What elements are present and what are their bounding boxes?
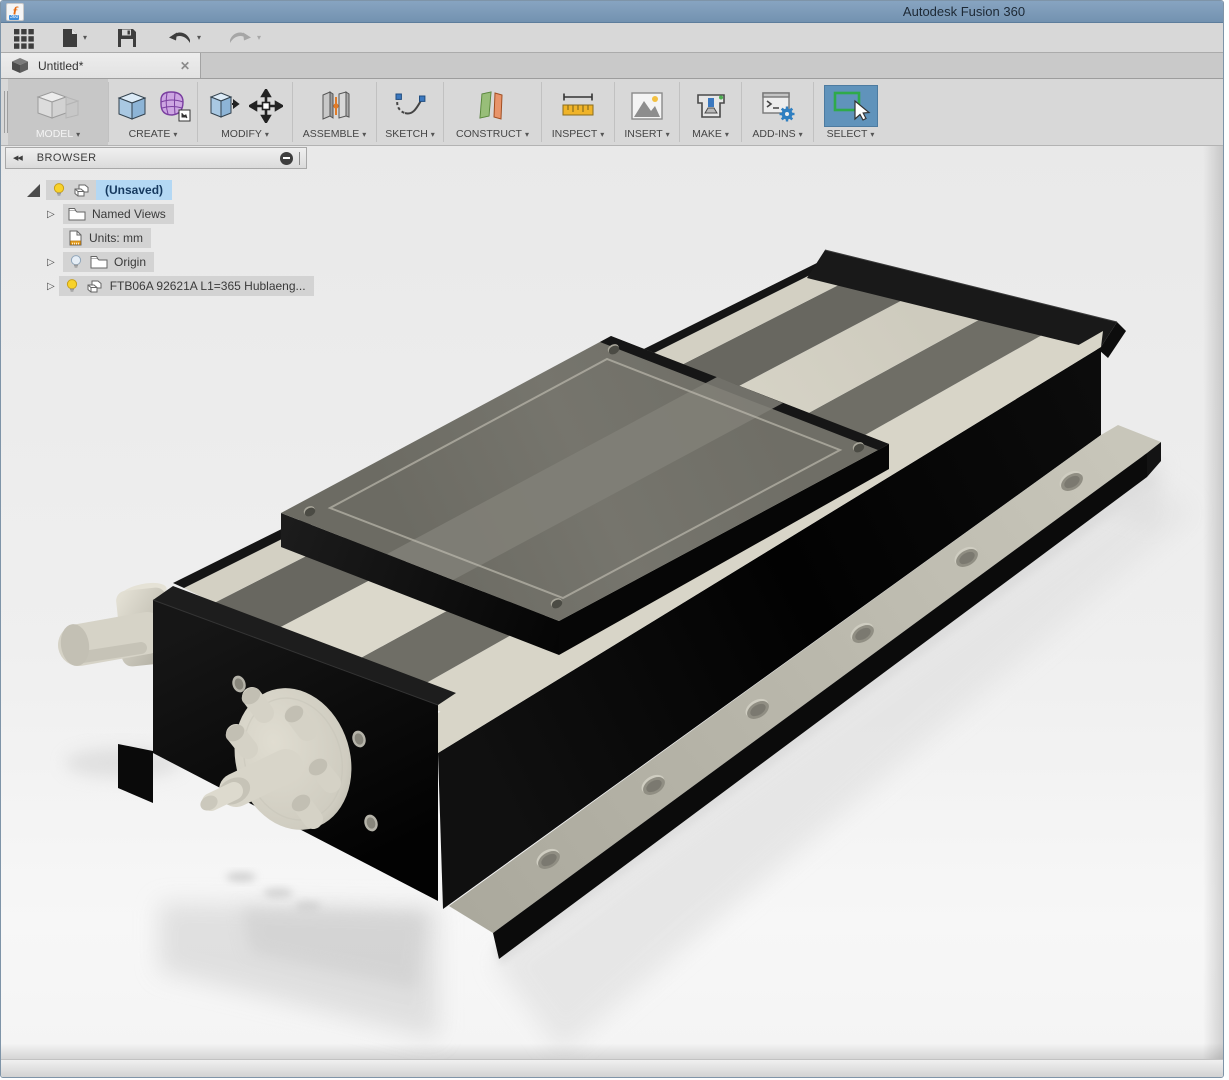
addins-script-icon [759,89,797,123]
minimize-browser-icon[interactable] [280,152,293,165]
save-button[interactable] [117,28,137,48]
tab-close-icon[interactable]: ✕ [180,59,190,73]
document-cube-icon [11,57,29,74]
measure-icon [559,89,597,123]
window-frame: ◀◀ BROWSER [0,0,1224,1078]
quick-access-toolbar: ▾ ▾ ▾ [1,23,1223,53]
viewport-3d[interactable]: ◀◀ BROWSER [1,146,1224,1059]
modify-label: MODIFY▾ [221,128,269,140]
sketch-spline-icon [392,89,428,123]
ribbon-sketch-menu[interactable]: SKETCH▾ [377,79,443,145]
create-label: CREATE▾ [129,128,178,140]
redo-caret-icon: ▾ [257,33,261,42]
tree-item-label: Units: mm [89,231,143,245]
window-bottom-edge [1,1059,1224,1078]
units-document-icon [68,230,83,246]
folder-icon [90,255,108,269]
component-icon [86,278,104,294]
browser-header[interactable]: ◀◀ BROWSER [5,147,307,169]
tree-item-label[interactable]: Origin [114,255,146,269]
select-icon [831,89,871,123]
press-pull-icon [207,89,243,123]
addins-label: ADD-INS▾ [752,128,802,140]
ribbon-inspect-menu[interactable]: INSPECT▾ [542,79,614,145]
title-bar[interactable]: f 360 Autodesk Fusion 360 [1,1,1223,23]
ribbon-toolbar: MODEL▾ CREATE▾ [1,79,1223,146]
tab-title: Untitled* [38,59,171,73]
create-box-icon [115,89,149,123]
create-form-icon [155,88,191,124]
redo-button[interactable]: ▾ [227,29,261,47]
file-menu-button[interactable]: ▾ [61,28,87,48]
document-root-label[interactable]: (Unsaved) [96,180,172,200]
inspect-label: INSPECT▾ [552,128,605,140]
folder-icon [68,207,86,221]
ribbon-insert-menu[interactable]: INSERT▾ [615,79,679,145]
tree-row-units[interactable]: Units: mm [5,226,307,250]
ribbon-make-menu[interactable]: MAKE▾ [680,79,741,145]
browser-tree: (Unsaved) ▷ Named Views [5,169,307,298]
redo-icon [227,29,253,47]
make-label: MAKE▾ [692,128,729,140]
component-icon [73,182,91,198]
expand-arrow-icon[interactable]: ▷ [47,257,59,268]
viewport-bottom-edge-shadow [1,1043,1224,1059]
joint-icon [317,89,353,123]
construct-plane-icon [474,89,512,123]
file-caret-icon[interactable]: ▾ [83,33,87,42]
document-tab-bar: Untitled* ✕ [1,53,1223,79]
bulb-on-icon[interactable] [64,278,80,294]
insert-label: INSERT▾ [624,128,669,140]
fusion-logo-icon: f 360 [6,3,24,21]
file-icon [61,28,79,48]
ribbon-addins-menu[interactable]: ADD-INS▾ [742,79,813,145]
tree-item-label[interactable]: FTB06A 92621A L1=365 Hublaeng... [110,279,306,293]
expanded-triangle-icon[interactable] [27,184,40,197]
assemble-label: ASSEMBLE▾ [303,128,367,140]
undo-button[interactable]: ▾ [167,29,201,47]
bulb-on-icon[interactable] [51,182,67,198]
panel-grip-icon[interactable] [299,152,301,165]
document-tab[interactable]: Untitled* ✕ [1,53,201,78]
tree-row-root[interactable]: (Unsaved) [5,178,307,202]
construct-label: CONSTRUCT▾ [456,128,529,140]
ribbon-create-menu[interactable]: CREATE▾ [109,79,197,145]
3d-print-icon [693,89,729,123]
model-workspace-icon [36,88,80,124]
app-grid-icon[interactable] [13,27,35,49]
save-icon [117,28,137,48]
move-icon [249,89,283,123]
select-active-tile[interactable] [824,85,878,127]
browser-title: BROWSER [37,152,97,164]
workspace-selector-model[interactable]: MODEL▾ [8,79,108,145]
ribbon-modify-menu[interactable]: MODIFY▾ [198,79,292,145]
browser-panel: ◀◀ BROWSER [5,147,307,298]
window-title: Autodesk Fusion 360 [903,4,1025,19]
insert-image-icon [629,89,665,123]
tree-row-component[interactable]: ▷ FTB06A 92621A L1=365 Hublaeng... [5,274,307,298]
collapse-panel-icon[interactable]: ◀◀ [13,154,22,162]
sketch-label: SKETCH▾ [385,128,435,140]
fusion360-window: ◀◀ BROWSER [0,0,1229,1080]
undo-caret-icon[interactable]: ▾ [197,33,201,42]
ribbon-assemble-menu[interactable]: ASSEMBLE▾ [293,79,376,145]
expand-arrow-icon[interactable]: ▷ [47,209,59,220]
select-label: SELECT▾ [827,128,875,140]
tree-row-origin[interactable]: ▷ Origin [5,250,307,274]
tree-row-named-views[interactable]: ▷ Named Views [5,202,307,226]
ribbon-construct-menu[interactable]: CONSTRUCT▾ [444,79,541,145]
gear-icon [779,107,794,122]
viewport-right-edge-shadow [1203,146,1224,1059]
ribbon-select-tool[interactable]: SELECT▾ [814,79,887,145]
model-label: MODEL▾ [36,128,80,140]
undo-icon [167,29,193,47]
bulb-off-icon[interactable] [68,254,84,270]
expand-arrow-icon[interactable]: ▷ [47,281,55,292]
tree-item-label[interactable]: Named Views [92,207,166,221]
